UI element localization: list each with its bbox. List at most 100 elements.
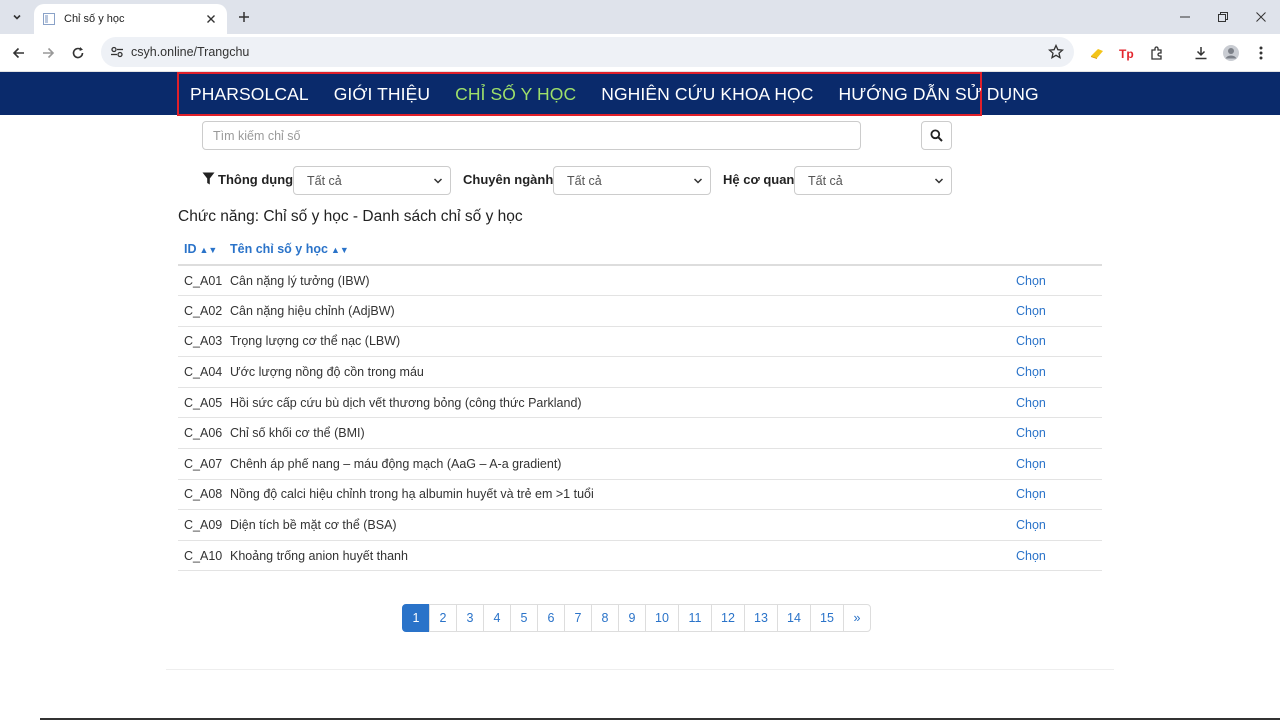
select-link[interactable]: Chọn	[1016, 448, 1102, 480]
chevron-down-icon	[13, 14, 21, 20]
select-link[interactable]: Chọn	[1016, 417, 1102, 450]
select-link[interactable]: Chọn	[1016, 326, 1102, 358]
table-row: C_A02 Cân nặng hiệu chỉnh (AdjBW) Chọn	[178, 295, 1102, 327]
table-header-row: ID ▲▼ Tên chỉ số y học ▲▼	[178, 234, 1102, 266]
filter-common-label: Thông dụng:	[218, 172, 298, 187]
page-10-button[interactable]: 10	[645, 604, 679, 632]
page-6-button[interactable]: 6	[537, 604, 565, 632]
table-row: C_A03 Trọng lượng cơ thể nạc (LBW) Chọn	[178, 326, 1102, 358]
extension-bolt-icon[interactable]	[1088, 44, 1106, 62]
row-id: C_A09	[178, 509, 224, 541]
nav-huong-dan-su-dung[interactable]: HƯỚNG DẪN SỬ DỤNG	[839, 84, 1039, 105]
download-icon[interactable]	[1192, 44, 1210, 62]
chevron-down-icon	[433, 178, 443, 184]
plus-icon	[239, 12, 249, 22]
filter-specialty-value: Tất cả	[567, 173, 602, 188]
select-link[interactable]: Chọn	[1016, 387, 1102, 419]
pagination: 1 2 3 4 5 6 7 8 9 10 11 12 13 14 15»	[402, 604, 871, 632]
next-page-button[interactable]: »	[843, 604, 871, 632]
row-name: Hồi sức cấp cứu bù dịch vết thương bỏng …	[224, 387, 1016, 419]
page-12-button[interactable]: 12	[711, 604, 745, 632]
nav-gioi-thieu[interactable]: GIỚI THIỆU	[334, 84, 430, 105]
extension-tp-icon[interactable]: Tp	[1118, 44, 1136, 62]
page-5-button[interactable]: 5	[510, 604, 538, 632]
page-2-button[interactable]: 2	[429, 604, 457, 632]
select-link[interactable]: Chọn	[1016, 540, 1102, 572]
search-icon	[930, 129, 943, 142]
search-button[interactable]	[921, 121, 952, 150]
page-8-button[interactable]: 8	[591, 604, 619, 632]
table-row: C_A08 Nồng độ calci hiệu chỉnh trong hạ a…	[178, 479, 1102, 511]
arrow-right-icon	[43, 47, 55, 59]
page-4-button[interactable]: 4	[483, 604, 511, 632]
bookmark-star-icon[interactable]	[1047, 43, 1065, 65]
page-14-button[interactable]: 14	[777, 604, 811, 632]
new-tab-button[interactable]	[234, 7, 254, 27]
minimize-button[interactable]	[1166, 0, 1204, 34]
reload-icon	[72, 47, 84, 59]
browser-tab-strip: Chỉ số y học	[0, 0, 1280, 34]
site-navbar: PHARSOLCAL GIỚI THIỆU CHỈ SỐ Y HỌC NGHIÊ…	[0, 72, 1280, 116]
extensions-puzzle-icon[interactable]	[1148, 44, 1166, 62]
row-id: C_A07	[178, 448, 224, 480]
row-id: C_A03	[178, 326, 224, 358]
chevron-down-icon	[934, 178, 944, 184]
filter-organ-label: Hệ cơ quan:	[723, 172, 799, 187]
page-1-button[interactable]: 1	[402, 604, 430, 632]
row-name: Diện tích bề mặt cơ thể (BSA)	[224, 509, 1016, 541]
nav-nghien-cuu-khoa-hoc[interactable]: NGHIÊN CỨU KHOA HỌC	[601, 84, 813, 105]
filter-specialty-label: Chuyên ngành:	[463, 172, 558, 187]
filter-organ-value: Tất cả	[808, 173, 843, 188]
reload-button[interactable]	[67, 42, 89, 64]
filter-common-select[interactable]: Tất cả	[293, 166, 451, 195]
row-id: C_A04	[178, 356, 224, 388]
site-settings-icon[interactable]	[109, 44, 125, 60]
select-link[interactable]: Chọn	[1016, 356, 1102, 388]
browser-tab[interactable]: Chỉ số y học	[34, 4, 227, 34]
nav-pharsolcal[interactable]: PHARSOLCAL	[190, 84, 309, 105]
forward-button[interactable]	[37, 42, 59, 64]
minimize-icon	[1180, 16, 1190, 18]
close-tab-icon[interactable]	[203, 11, 219, 27]
column-header-name[interactable]: Tên chỉ số y học ▲▼	[224, 234, 1016, 266]
column-header-action	[1016, 234, 1102, 266]
profile-avatar-icon[interactable]	[1222, 44, 1240, 62]
page-11-button[interactable]: 11	[678, 604, 712, 632]
select-link[interactable]: Chọn	[1016, 265, 1102, 297]
table-row: C_A01 Cân nặng lý tưởng (IBW) Chọn	[178, 265, 1102, 297]
page-9-button[interactable]: 9	[618, 604, 646, 632]
page-title: Chức năng: Chỉ số y học - Danh sách chỉ …	[178, 208, 523, 225]
row-name: Nồng độ calci hiệu chỉnh trong hạ albumi…	[224, 479, 1016, 511]
page-7-button[interactable]: 7	[564, 604, 592, 632]
select-link[interactable]: Chọn	[1016, 509, 1102, 541]
table-row: C_A06 Chỉ số khối cơ thể (BMI) Chọn	[178, 417, 1102, 450]
back-button[interactable]	[8, 42, 30, 64]
column-header-id[interactable]: ID ▲▼	[178, 234, 224, 266]
table-row: C_A04 Ước lượng nồng độ cồn trong máu Chọn	[178, 356, 1102, 388]
restore-icon	[1218, 12, 1228, 22]
row-name: Trọng lượng cơ thể nạc (LBW)	[224, 326, 1016, 358]
filter-organ-select[interactable]: Tất cả	[794, 166, 952, 195]
row-name: Cân nặng hiệu chỉnh (AdjBW)	[224, 295, 1016, 327]
row-name: Chênh áp phế nang – máu động mạch (AaG –…	[224, 448, 1016, 480]
search-input[interactable]	[202, 121, 861, 150]
page-13-button[interactable]: 13	[744, 604, 778, 632]
address-bar[interactable]: csyh.online/Trangchu	[101, 37, 1074, 67]
sort-icon: ▲▼	[199, 245, 218, 255]
row-name: Khoảng trống anion huyết thanh	[224, 540, 1016, 572]
tab-title: Chỉ số y học	[64, 13, 125, 25]
restore-button[interactable]	[1204, 0, 1242, 34]
page-3-button[interactable]: 3	[456, 604, 484, 632]
close-window-button[interactable]	[1242, 0, 1280, 34]
filter-specialty-select[interactable]: Tất cả	[553, 166, 711, 195]
nav-chi-so-y-hoc[interactable]: CHỈ SỐ Y HỌC	[455, 84, 576, 105]
filter-icon	[202, 172, 215, 185]
row-id: C_A05	[178, 387, 224, 419]
page-15-button[interactable]: 15	[810, 604, 844, 632]
table-row: C_A09 Diện tích bề mặt cơ thể (BSA) Chọn	[178, 509, 1102, 541]
more-menu-icon[interactable]	[1252, 44, 1270, 62]
table-row: C_A05 Hồi sức cấp cứu bù dịch vết thương …	[178, 387, 1102, 419]
select-link[interactable]: Chọn	[1016, 479, 1102, 511]
tab-list-button[interactable]	[6, 6, 28, 28]
select-link[interactable]: Chọn	[1016, 295, 1102, 327]
